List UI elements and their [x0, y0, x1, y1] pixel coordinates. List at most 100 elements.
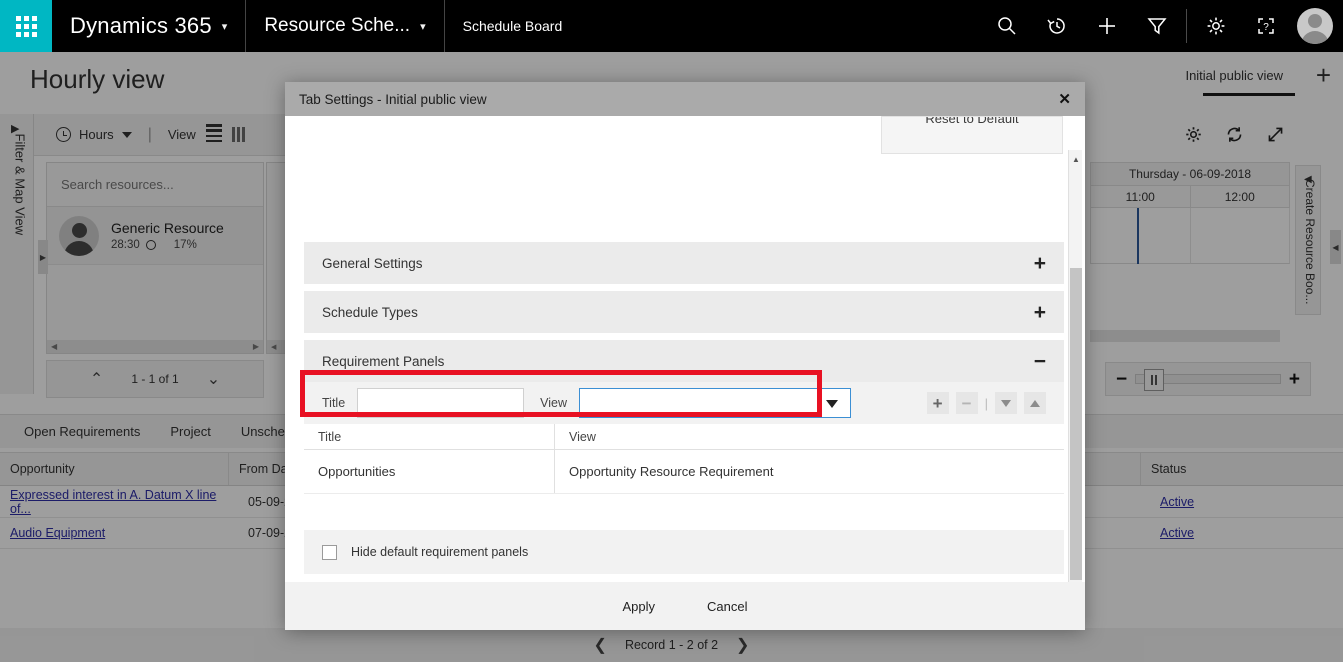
panel-collapse-handle[interactable]: ▶	[38, 240, 48, 274]
hours-dropdown[interactable]: Hours	[56, 127, 132, 142]
scroll-left-arrow-icon[interactable]: ◀	[51, 342, 57, 351]
expand-plus-icon[interactable]: +	[1034, 253, 1046, 274]
section-requirement-panels[interactable]: Requirement Panels −	[304, 340, 1064, 382]
search-icon[interactable]	[982, 0, 1032, 52]
page-up-icon[interactable]: ⌃	[90, 369, 103, 389]
list-view-icon[interactable]	[205, 124, 222, 145]
record-pager: ❮ Record 1 - 2 of 2 ❯	[0, 628, 1343, 662]
svg-text:?: ?	[1263, 22, 1269, 33]
zoom-out-button[interactable]: −	[1116, 370, 1127, 389]
column-header-view: View	[554, 424, 1064, 449]
page-title: Hourly view	[30, 64, 165, 94]
hide-default-checkbox[interactable]	[322, 544, 337, 560]
refresh-icon[interactable]	[1225, 125, 1244, 149]
schedule-horizontal-scrollbar[interactable]	[1090, 330, 1280, 342]
resource-row[interactable]: Generic Resource 28:30 17%	[47, 207, 263, 265]
app-menu[interactable]: Resource Sche... ▾	[246, 0, 445, 52]
page-down-icon[interactable]: ⌄	[207, 369, 220, 389]
board-settings-icon[interactable]	[1184, 125, 1203, 149]
section-title: General Settings	[322, 255, 423, 271]
view-label: View	[167, 127, 196, 142]
chevron-down-icon	[121, 131, 132, 138]
panel-row-view: Opportunity Resource Requirement	[554, 450, 1064, 493]
user-avatar[interactable]	[1297, 8, 1333, 44]
title-input[interactable]	[357, 388, 525, 418]
filter-map-rail-label: Filter & Map View	[12, 133, 28, 236]
right-panel-collapse-handle[interactable]: ◀	[1330, 230, 1341, 264]
resource-horizontal-scrollbar[interactable]: ◀ ▶	[47, 340, 263, 353]
scroll-right-arrow-icon[interactable]: ▶	[253, 342, 259, 351]
resource-info: Generic Resource 28:30 17%	[111, 220, 224, 251]
advanced-filter-icon[interactable]	[1132, 0, 1182, 52]
requirement-panel-editor: Title View + − |	[304, 382, 1064, 424]
reset-to-default-button[interactable]: Reset to Default	[881, 116, 1063, 154]
remove-panel-button[interactable]: −	[955, 392, 978, 414]
move-down-button[interactable]	[995, 392, 1017, 414]
hour-cell: 11:00	[1091, 186, 1191, 208]
filter-map-rail[interactable]: ▶ Filter & Map View	[0, 114, 34, 394]
fullscreen-icon[interactable]	[1266, 125, 1285, 149]
nav-divider	[1186, 9, 1187, 43]
add-new-icon[interactable]	[1082, 0, 1132, 52]
panel-list-row[interactable]: Opportunities Opportunity Resource Requi…	[304, 450, 1064, 494]
create-resource-booking-rail[interactable]: ◀ Create Resource Boo...	[1295, 165, 1321, 315]
column-header-status[interactable]: Status	[1140, 453, 1343, 485]
create-resource-booking-label: Create Resource Boo...	[1303, 179, 1317, 305]
status-link[interactable]: Active	[1160, 495, 1194, 509]
scroll-up-arrow-icon[interactable]: ▲	[1069, 152, 1083, 166]
tab-project[interactable]: Project	[170, 424, 210, 439]
schedule-grid-body[interactable]	[1090, 208, 1290, 264]
help-icon[interactable]: ?	[1241, 0, 1291, 52]
brand-menu[interactable]: Dynamics 365 ▾	[52, 0, 247, 52]
avatar	[59, 215, 99, 256]
tab-open-requirements[interactable]: Open Requirements	[24, 424, 140, 439]
collapse-minus-icon[interactable]: −	[1034, 351, 1046, 372]
settings-gear-icon[interactable]	[1191, 0, 1241, 52]
search-resources-input[interactable]: Search resources...	[47, 163, 263, 207]
opportunity-link[interactable]: Audio Equipment	[10, 526, 105, 540]
column-header-title: Title	[318, 429, 342, 444]
recent-history-icon[interactable]	[1032, 0, 1082, 52]
section-general-settings[interactable]: General Settings +	[304, 242, 1064, 284]
app-launcher-icon[interactable]	[0, 0, 52, 52]
next-page-icon[interactable]: ❯	[736, 635, 749, 655]
schedule-cell[interactable]	[1190, 208, 1290, 264]
zoom-slider-thumb[interactable]	[1144, 369, 1165, 391]
section-schedule-types[interactable]: Schedule Types +	[304, 291, 1064, 333]
zoom-in-button[interactable]: +	[1289, 370, 1300, 389]
apply-button[interactable]: Apply	[623, 599, 656, 614]
hide-default-panels-row[interactable]: Hide default requirement panels	[304, 530, 1064, 574]
opportunity-link[interactable]: Expressed interest in A. Datum X line of…	[10, 488, 228, 516]
status-link[interactable]: Active	[1160, 526, 1194, 540]
dialog-footer: Apply Cancel	[285, 582, 1085, 630]
add-panel-button[interactable]: +	[926, 392, 949, 414]
column-view-icon[interactable]	[231, 127, 245, 142]
dialog-scrollbar[interactable]: ▲ ▼	[1068, 150, 1082, 582]
move-up-button[interactable]	[1024, 392, 1046, 414]
hour-cell: 12:00	[1190, 186, 1290, 208]
tab-initial-public-view[interactable]: Initial public view	[1185, 68, 1283, 83]
add-tab-button[interactable]: +	[1316, 62, 1331, 88]
scrollbar-thumb[interactable]	[1070, 268, 1082, 580]
hide-default-label: Hide default requirement panels	[351, 545, 529, 559]
previous-page-icon[interactable]: ❮	[594, 635, 607, 655]
schedule-cell[interactable]	[1091, 208, 1191, 264]
close-icon[interactable]: ✕	[1058, 90, 1071, 108]
secondary-horizontal-scrollbar[interactable]: ◀	[267, 340, 287, 353]
schedule-toolbar	[1145, 118, 1285, 156]
resource-name: Generic Resource	[111, 220, 224, 236]
toolbar-separator: |	[984, 395, 988, 411]
view-dropdown[interactable]	[579, 388, 852, 418]
reset-to-default-label: Reset to Default	[925, 116, 1019, 126]
schedule-date-header: Thursday - 06-09-2018	[1090, 162, 1290, 186]
column-header-opportunity[interactable]: Opportunity	[0, 453, 228, 485]
page-breadcrumb[interactable]: Schedule Board	[445, 18, 581, 34]
nav-icon-group: ?	[982, 0, 1343, 52]
cancel-button[interactable]: Cancel	[707, 599, 747, 614]
chevron-up-icon	[1030, 399, 1040, 407]
zoom-slider-track[interactable]	[1135, 369, 1281, 391]
schedule-hour-header: 11:00 12:00	[1090, 186, 1290, 208]
view-selector[interactable]: View	[168, 127, 196, 142]
scroll-left-arrow-icon[interactable]: ◀	[271, 343, 276, 351]
expand-plus-icon[interactable]: +	[1034, 302, 1046, 323]
